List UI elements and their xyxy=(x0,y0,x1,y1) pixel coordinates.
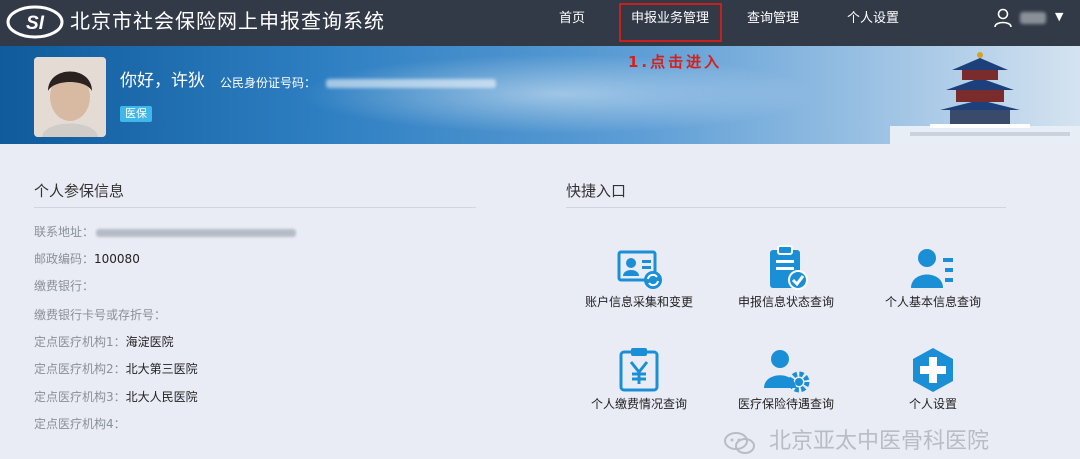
wechat-icon xyxy=(724,432,755,454)
id-number-blurred xyxy=(326,79,496,88)
temple-of-heaven-image xyxy=(890,52,1080,144)
shortcut-label: 医疗保险待遇查询 xyxy=(737,397,834,411)
info-label: 定点医疗机构1： xyxy=(34,335,126,349)
user-icon[interactable] xyxy=(994,8,1012,28)
top-navigation-bar: SI 北京市社会保险网上申报查询系统 首页 申报业务管理 查询管理 个人设置 ▼ xyxy=(0,0,1080,46)
logo-text: SI xyxy=(26,13,45,34)
instruction-annotation: 1.点击进入 xyxy=(628,53,723,71)
nav-highlight-box xyxy=(619,3,722,42)
info-row-hospital-4: 定点医疗机构4： xyxy=(34,414,126,434)
info-row-hospital-1: 定点医疗机构1：海淀医院 xyxy=(34,332,174,352)
clipboard-check-icon xyxy=(770,245,808,290)
info-value: 北大第三医院 xyxy=(125,362,198,376)
banner-cloud-decoration xyxy=(300,54,820,134)
info-row-address: 联系地址： xyxy=(34,222,297,242)
shortcut-personal-settings[interactable]: 个人设置 xyxy=(858,346,1008,426)
info-row-bank: 缴费银行： xyxy=(34,276,94,296)
chevron-down-icon[interactable]: ▼ xyxy=(1055,10,1063,24)
info-value: 北大人民医院 xyxy=(125,390,198,404)
info-value: 100080 xyxy=(94,252,140,266)
shortcut-label: 账户信息采集和变更 xyxy=(584,295,693,309)
info-row-hospital-3: 定点医疗机构3：北大人民医院 xyxy=(34,387,198,407)
insurance-type-badge: 医保 xyxy=(120,106,152,122)
plus-hexagon-icon xyxy=(913,348,953,392)
shortcut-label: 个人设置 xyxy=(908,397,957,411)
avatar xyxy=(34,57,106,137)
info-label: 定点医疗机构4： xyxy=(34,417,126,431)
social-insurance-logo-icon: SI xyxy=(6,5,64,39)
info-row-bank-account: 缴费银行卡号或存折号： xyxy=(34,305,166,325)
info-value: 海淀医院 xyxy=(125,335,174,349)
info-label: 定点医疗机构3： xyxy=(34,390,126,404)
shortcut-payment-query[interactable]: 个人缴费情况查询 xyxy=(564,346,714,426)
greeting-text: 你好，许狄 xyxy=(120,71,205,91)
person-list-icon xyxy=(911,249,953,288)
info-row-postcode: 邮政编码：100080 xyxy=(34,249,140,269)
shortcut-label: 申报信息状态查询 xyxy=(737,295,834,309)
system-title: 北京市社会保险网上申报查询系统 xyxy=(70,9,385,33)
nav-home[interactable]: 首页 xyxy=(552,0,592,46)
info-label: 定点医疗机构2： xyxy=(34,362,126,376)
yen-clipboard-icon xyxy=(619,348,659,392)
shortcut-basic-info[interactable]: 个人基本信息查询 xyxy=(858,244,1008,324)
shortcut-report-status[interactable]: 申报信息状态查询 xyxy=(711,244,861,324)
personal-info-divider xyxy=(34,207,476,208)
shortcut-label: 个人缴费情况查询 xyxy=(590,397,687,411)
shortcuts-divider xyxy=(566,207,1006,208)
address-blurred xyxy=(96,228,297,237)
info-row-hospital-2: 定点医疗机构2：北大第三医院 xyxy=(34,359,198,379)
info-label: 缴费银行： xyxy=(34,279,95,293)
id-card-icon xyxy=(617,250,662,289)
id-number-label: 公民身份证号码： xyxy=(220,76,317,90)
shortcuts-title: 快捷入口 xyxy=(566,182,627,200)
shortcut-account-info[interactable]: 账户信息采集和变更 xyxy=(564,244,714,324)
nav-query-management[interactable]: 查询管理 xyxy=(742,0,804,46)
shortcut-label: 个人基本信息查询 xyxy=(884,295,981,309)
person-gear-icon xyxy=(764,350,810,393)
info-label: 联系地址： xyxy=(34,225,95,239)
shortcut-medical-benefit[interactable]: 医疗保险待遇查询 xyxy=(711,346,861,426)
nav-personal-settings[interactable]: 个人设置 xyxy=(842,0,904,46)
user-name-blurred[interactable] xyxy=(1020,12,1046,24)
watermark-text: 北京亚太中医骨科医院 xyxy=(769,429,990,454)
info-label: 邮政编码： xyxy=(34,252,95,266)
info-label: 缴费银行卡号或存折号： xyxy=(34,308,167,322)
personal-info-title: 个人参保信息 xyxy=(34,182,125,200)
